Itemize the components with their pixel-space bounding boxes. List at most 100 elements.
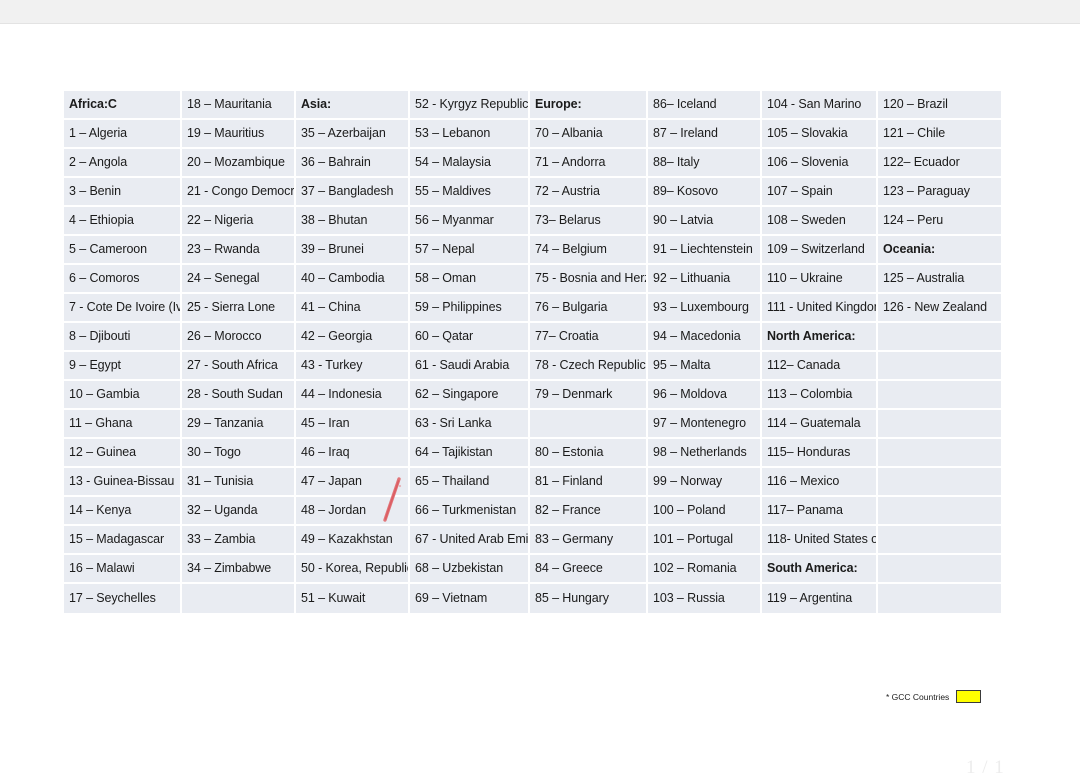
table-cell: 14 – Kenya	[64, 497, 182, 526]
table-cell: 63 - Sri Lanka	[410, 410, 530, 439]
table-cell: 51 – Kuwait	[296, 584, 410, 613]
table-cell: 17 – Seychelles	[64, 584, 182, 613]
table-cell: 41 – China	[296, 294, 410, 323]
table-cell: 55 – Maldives	[410, 178, 530, 207]
table-cell: 101 – Portugal	[648, 526, 762, 555]
table-cell: 38 – Bhutan	[296, 207, 410, 236]
table-cell: South America:	[762, 555, 878, 584]
table-cell: 22 – Nigeria	[182, 207, 296, 236]
table-cell-empty	[878, 468, 1001, 497]
table-cell: 49 – Kazakhstan	[296, 526, 410, 555]
table-cell: 91 – Liechtenstein	[648, 236, 762, 265]
table-cell-empty	[878, 526, 1001, 555]
table-cell: 100 – Poland	[648, 497, 762, 526]
table-cell: 23 – Rwanda	[182, 236, 296, 265]
table-cell: 103 – Russia	[648, 584, 762, 613]
table-cell: 90 – Latvia	[648, 207, 762, 236]
table-cell: 98 – Netherlands	[648, 439, 762, 468]
table-cell-empty	[878, 323, 1001, 352]
table-cell: 80 – Estonia	[530, 439, 648, 468]
table-cell: 29 – Tanzania	[182, 410, 296, 439]
table-cell: 44 – Indonesia	[296, 381, 410, 410]
table-cell: 86– Iceland	[648, 91, 762, 120]
table-cell: 120 – Brazil	[878, 91, 1001, 120]
table-cell: 28 - South Sudan	[182, 381, 296, 410]
table-cell: 105 – Slovakia	[762, 120, 878, 149]
table-cell: 60 – Qatar	[410, 323, 530, 352]
table-cell: 32 – Uganda	[182, 497, 296, 526]
table-cell: 33 – Zambia	[182, 526, 296, 555]
table-cell: Africa:C	[64, 91, 182, 120]
table-cell: 39 – Brunei	[296, 236, 410, 265]
table-cell: 108 – Sweden	[762, 207, 878, 236]
table-cell-empty	[878, 352, 1001, 381]
table-cell: 97 – Montenegro	[648, 410, 762, 439]
table-cell: 88– Italy	[648, 149, 762, 178]
table-cell: 52 - Kyrgyz Republic	[410, 91, 530, 120]
table-cell: 15 – Madagascar	[64, 526, 182, 555]
table-cell: 45 – Iran	[296, 410, 410, 439]
table-cell: 119 – Argentina	[762, 584, 878, 613]
country-list-table-container: Africa:C 18 – Mauritania Asia: 52 - Kyrgyz …	[64, 91, 1001, 613]
table-cell: 10 – Gambia	[64, 381, 182, 410]
table-cell-empty	[530, 410, 648, 439]
table-cell: 46 – Iraq	[296, 439, 410, 468]
table-cell: 8 – Djibouti	[64, 323, 182, 352]
table-cell-empty	[878, 439, 1001, 468]
table-cell: 69 – Vietnam	[410, 584, 530, 613]
table-cell: 124 – Peru	[878, 207, 1001, 236]
table-cell: 7 - Cote De Ivoire (Ivory Coast)	[64, 294, 182, 323]
table-row: 5 – Cameroon 23 – Rwanda 39 – Brunei 57 – N…	[64, 236, 1001, 265]
table-cell: 109 – Switzerland	[762, 236, 878, 265]
table-cell: 84 – Greece	[530, 555, 648, 584]
table-cell: 48 – Jordan	[296, 497, 410, 526]
table-cell: 54 – Malaysia	[410, 149, 530, 178]
table-row: 16 – Malawi 34 – Zimbabwe 50 - Korea, Repu…	[64, 555, 1001, 584]
table-cell: 42 – Georgia	[296, 323, 410, 352]
table-cell: 87 – Ireland	[648, 120, 762, 149]
table-cell: 40 – Cambodia	[296, 265, 410, 294]
table-cell: 76 – Bulgaria	[530, 294, 648, 323]
table-row: 4 – Ethiopia 22 – Nigeria 38 – Bhutan 56 – …	[64, 207, 1001, 236]
table-row: 17 – Seychelles 51 – Kuwait 69 – Vietnam 85…	[64, 584, 1001, 613]
table-cell: 57 – Nepal	[410, 236, 530, 265]
table-cell: 122– Ecuador	[878, 149, 1001, 178]
table-cell: 3 – Benin	[64, 178, 182, 207]
table-cell: 75 - Bosnia and Herzegovina	[530, 265, 648, 294]
table-cell: 58 – Oman	[410, 265, 530, 294]
browser-top-bar	[0, 0, 1080, 24]
table-cell: 82 – France	[530, 497, 648, 526]
table-cell: 74 – Belgium	[530, 236, 648, 265]
table-cell: 16 – Malawi	[64, 555, 182, 584]
table-body: Africa:C 18 – Mauritania Asia: 52 - Kyrgyz …	[64, 91, 1001, 613]
table-cell: 19 – Mauritius	[182, 120, 296, 149]
table-cell-empty	[878, 497, 1001, 526]
table-cell: 53 – Lebanon	[410, 120, 530, 149]
page-indicator: 1 / 1	[966, 757, 1005, 778]
table-row: 7 - Cote De Ivoire (Ivory Coast)25 - Sie…	[64, 294, 1001, 323]
table-cell: 9 – Egypt	[64, 352, 182, 381]
table-cell-empty	[878, 584, 1001, 613]
table-row: 13 - Guinea-Bissau 31 – Tunisia 47 – Japan…	[64, 468, 1001, 497]
table-cell: 43 - Turkey	[296, 352, 410, 381]
document-page: Africa:C 18 – Mauritania Asia: 52 - Kyrgyz …	[0, 24, 1080, 778]
table-row: 10 – Gambia 28 - South Sudan 44 – Indonesi…	[64, 381, 1001, 410]
table-cell: 126 - New Zealand	[878, 294, 1001, 323]
table-cell: 12 – Guinea	[64, 439, 182, 468]
table-cell: 110 – Ukraine	[762, 265, 878, 294]
table-cell: 66 – Turkmenistan	[410, 497, 530, 526]
table-cell: 111 - United Kingdom	[762, 294, 878, 323]
table-cell-empty	[182, 584, 296, 613]
table-cell: 77– Croatia	[530, 323, 648, 352]
table-cell: 25 - Sierra Lone	[182, 294, 296, 323]
table-cell: 56 – Myanmar	[410, 207, 530, 236]
table-cell: 34 – Zimbabwe	[182, 555, 296, 584]
table-cell: 67 - United Arab Emirates	[410, 526, 530, 555]
table-cell: 79 – Denmark	[530, 381, 648, 410]
table-cell: 2 – Angola	[64, 149, 182, 178]
table-row: 8 – Djibouti 26 – Morocco 42 – Georgia 60 –…	[64, 323, 1001, 352]
table-cell-empty	[878, 410, 1001, 439]
table-cell: North America:	[762, 323, 878, 352]
table-cell: 31 – Tunisia	[182, 468, 296, 497]
table-cell: 113 – Colombia	[762, 381, 878, 410]
